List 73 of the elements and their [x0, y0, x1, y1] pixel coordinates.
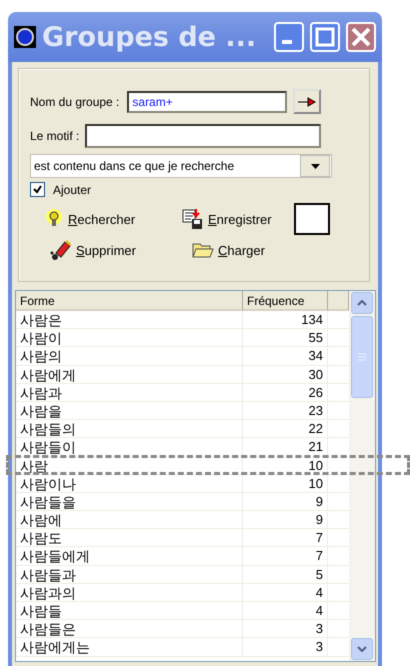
search-button[interactable]: Rechercher: [44, 208, 136, 230]
form-cell: 사람들이: [16, 438, 243, 456]
frequency-cell: 7: [243, 529, 328, 548]
form-cell: 사람들에게: [16, 547, 243, 566]
frequency-cell: 10: [243, 456, 328, 474]
form-cell: 사람에게는: [16, 638, 243, 656]
frequency-cell: 34: [243, 347, 328, 366]
frequency-cell: 7: [243, 547, 328, 566]
column-header[interactable]: Fréquence: [243, 291, 328, 311]
form-cell: 사람은: [16, 311, 243, 329]
folder-icon: [192, 241, 214, 259]
app-icon: [14, 26, 36, 48]
form-cell: 사람도: [16, 529, 243, 548]
form-cell: 사람들: [16, 602, 243, 620]
form-cell: 사람들과: [16, 566, 243, 584]
scroll-thumb[interactable]: [351, 316, 373, 398]
down-chevron-icon: [357, 646, 367, 652]
close-button[interactable]: [346, 22, 376, 52]
group-name-label: Nom du groupe :: [30, 94, 120, 108]
checkmark-icon: [33, 185, 42, 194]
frequency-cell: 10: [243, 474, 328, 493]
eraser-icon: [50, 239, 72, 261]
frequency-cell: 4: [243, 584, 328, 602]
add-checkbox[interactable]: [30, 182, 45, 197]
frequency-cell: 55: [243, 329, 328, 348]
column-header[interactable]: Forme: [16, 291, 243, 311]
maximize-icon: [315, 27, 335, 47]
color-swatch[interactable]: [294, 203, 330, 235]
vertical-scrollbar[interactable]: [349, 291, 375, 661]
motif-field[interactable]: [85, 124, 322, 148]
grip-icon: [358, 353, 366, 361]
form-cell: 사람과의: [16, 584, 243, 602]
scroll-down-button[interactable]: [351, 638, 373, 660]
close-icon: [351, 27, 371, 47]
save-disk-icon: [182, 208, 204, 230]
maximize-button[interactable]: [310, 22, 340, 52]
minimize-icon: [282, 40, 292, 44]
up-chevron-icon: [357, 300, 367, 306]
frequency-cell: 3: [243, 638, 328, 656]
form-cell: 사람들을: [16, 492, 243, 511]
arrow-icon: [298, 96, 316, 106]
frequency-cell: 5: [243, 566, 328, 584]
save-button[interactable]: Enregistrer: [182, 208, 272, 230]
add-checkbox-label: Ajouter: [53, 182, 92, 196]
delete-button[interactable]: Supprimer: [50, 239, 136, 261]
frequency-cell: 21: [243, 438, 328, 456]
frequency-cell: 3: [243, 620, 328, 638]
form-cell: 사람에게: [16, 366, 243, 384]
frequency-cell: 23: [243, 402, 328, 420]
frequency-cell: 9: [243, 492, 328, 511]
scroll-up-button[interactable]: [351, 292, 373, 314]
frequency-cell: 134: [243, 311, 328, 329]
form-cell: 사람이: [16, 329, 243, 348]
match-mode-dropdown[interactable]: est contenu dans ce que je recherche: [30, 154, 332, 178]
dropdown-caret-icon: [310, 164, 320, 168]
form-cell: 사람들은: [16, 620, 243, 638]
frequency-cell: 26: [243, 384, 328, 402]
frequency-cell: 30: [243, 366, 328, 384]
window-title: Groupes de ...: [42, 22, 258, 52]
arrow-button[interactable]: [293, 89, 322, 114]
form-cell: 사람의: [16, 347, 243, 366]
form-cell: 사람을: [16, 402, 243, 420]
frequency-cell: 9: [243, 511, 328, 530]
form-cell: 사람에: [16, 511, 243, 530]
load-button[interactable]: Charger: [192, 241, 265, 259]
form-cell: 사람과: [16, 384, 243, 402]
motif-label: Le motif :: [30, 129, 80, 143]
group-name-field[interactable]: saram+: [127, 90, 288, 112]
frequency-cell: 22: [243, 420, 328, 438]
frequency-cell: 4: [243, 602, 328, 620]
form-cell: 사람들의: [16, 420, 243, 438]
form-cell: 사람이나: [16, 474, 243, 493]
minimize-button[interactable]: [274, 22, 304, 52]
